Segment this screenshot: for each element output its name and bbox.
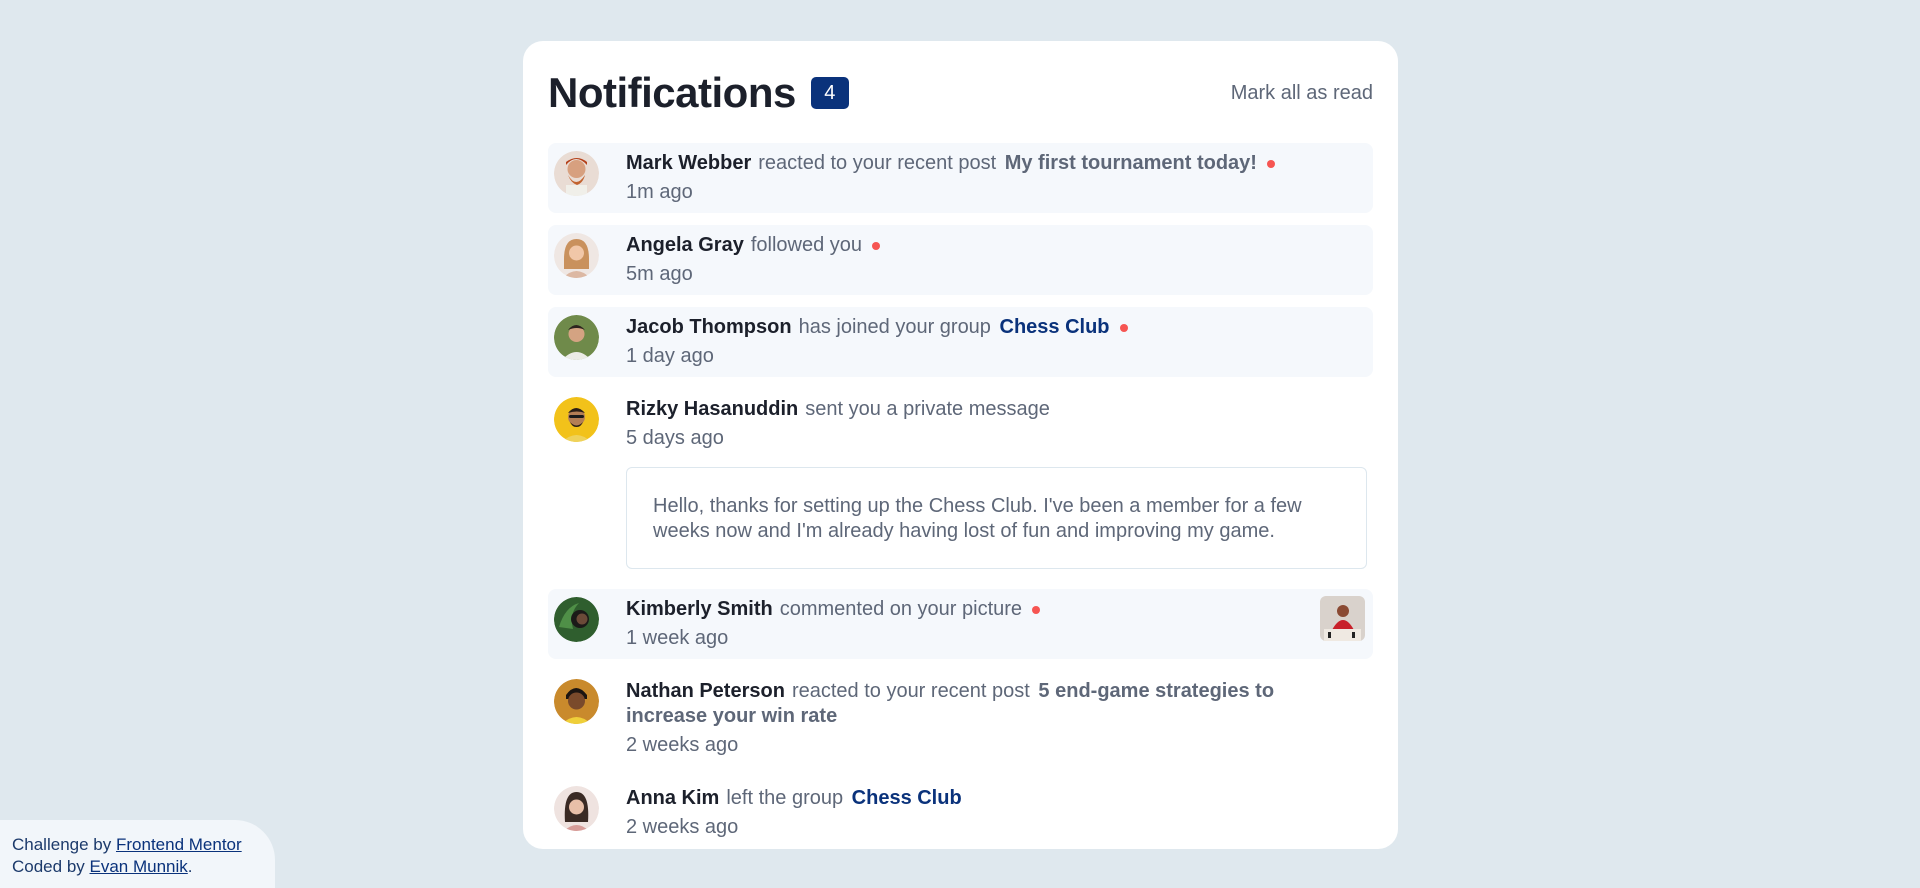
notification-time: 5 days ago [626,427,724,449]
notification-item[interactable]: Kimberly Smith commented on your picture … [548,589,1373,659]
notification-text: Rizky Hasanuddin sent you a private messa… [626,397,1373,422]
unread-dot [1032,605,1041,614]
notification-item[interactable]: Rizky Hasanuddin sent you a private messa… [548,389,1373,577]
unread-dot [872,241,881,250]
notification-text: Mark Webber reacted to your recent post M… [626,151,1373,176]
notification-list: Mark Webber reacted to your recent post M… [548,143,1373,860]
notification-time: 1 week ago [626,627,729,649]
notification-action: reacted to your recent post [758,152,997,174]
notification-time: 1m ago [626,181,693,203]
notification-body: Anna Kim left the group Chess Club 2 week… [626,786,1373,840]
frontend-mentor-link[interactable]: Frontend Mentor [116,835,242,854]
notification-group-link[interactable]: Chess Club [852,787,962,809]
notification-author[interactable]: Jacob Thompson [626,316,792,338]
notifications-card: Notifications 4 Mark all as read Mark We… [523,41,1398,849]
notification-time: 2 weeks ago [626,816,739,838]
notification-action: reacted to your recent post [791,680,1030,702]
avatar-rizky-hasanuddin-icon[interactable] [554,397,599,442]
notification-author[interactable]: Kimberly Smith [626,598,773,620]
unread-dot [1266,159,1275,168]
notification-action: has joined your group [798,316,991,338]
notification-item[interactable]: Anna Kim left the group Chess Club 2 week… [548,778,1373,848]
notification-time: 2 weeks ago [626,734,739,756]
notification-time: 5m ago [626,263,693,285]
unread-count-badge: 4 [810,77,849,109]
notification-body: Kimberly Smith commented on your picture … [626,597,1373,651]
attribution-coded-suffix: . [187,857,193,876]
notification-body: Nathan Peterson reacted to your recent po… [626,679,1373,758]
avatar-kimberly-smith-icon[interactable] [554,597,599,642]
notification-post-link[interactable]: My first tournament today! [1005,152,1257,174]
notification-item[interactable]: Nathan Peterson reacted to your recent po… [548,671,1373,766]
notification-text: Jacob Thompson has joined your group Ches… [626,315,1373,340]
attribution-challenge: Challenge by Frontend Mentor [12,834,275,856]
avatar-nathan-peterson-icon[interactable] [554,679,599,724]
notification-author[interactable]: Mark Webber [626,152,751,174]
chess-picture-thumbnail-icon[interactable] [1320,596,1365,641]
notification-item[interactable]: Angela Gray followed you 5m ago [548,225,1373,295]
notification-author[interactable]: Angela Gray [626,234,744,256]
notification-body: Angela Gray followed you 5m ago [626,233,1373,287]
notification-item[interactable]: Jacob Thompson has joined your group Ches… [548,307,1373,377]
author-link[interactable]: Evan Munnik [90,857,188,876]
notification-text: Anna Kim left the group Chess Club [626,786,1373,811]
notification-text: Kimberly Smith commented on your picture [626,597,1373,622]
notification-body: Mark Webber reacted to your recent post M… [626,151,1373,205]
notification-author[interactable]: Anna Kim [626,787,719,809]
avatar-mark-webber-icon[interactable] [554,151,599,196]
notification-action: left the group [726,787,844,809]
notification-time: 1 day ago [626,345,714,367]
notification-text: Nathan Peterson reacted to your recent po… [626,679,1373,729]
attribution-footer: Challenge by Frontend Mentor Coded by Ev… [0,820,275,888]
unread-dot [1119,323,1128,332]
private-message-preview[interactable]: Hello, thanks for setting up the Chess C… [626,467,1367,569]
notification-item[interactable]: Mark Webber reacted to your recent post M… [548,143,1373,213]
attribution-coded: Coded by Evan Munnik. [12,856,275,878]
notification-action: followed you [750,234,863,256]
page-title: Notifications [548,69,796,116]
notification-body: Rizky Hasanuddin sent you a private messa… [626,397,1373,569]
avatar-angela-gray-icon[interactable] [554,233,599,278]
avatar-jacob-thompson-icon[interactable] [554,315,599,360]
avatar-anna-kim-icon[interactable] [554,786,599,831]
title-wrap: Notifications 4 [548,69,849,117]
notification-body: Jacob Thompson has joined your group Ches… [626,315,1373,369]
notifications-header: Notifications 4 Mark all as read [548,63,1373,123]
attribution-coded-prefix: Coded by [12,857,85,876]
notification-action: sent you a private message [805,398,1050,420]
notification-author[interactable]: Nathan Peterson [626,680,785,702]
notification-author[interactable]: Rizky Hasanuddin [626,398,798,420]
mark-all-as-read-button[interactable]: Mark all as read [1231,82,1373,105]
notification-action: commented on your picture [779,598,1023,620]
attribution-challenge-prefix: Challenge by [12,835,112,854]
notification-group-link[interactable]: Chess Club [1000,316,1110,338]
notification-text: Angela Gray followed you [626,233,1373,258]
